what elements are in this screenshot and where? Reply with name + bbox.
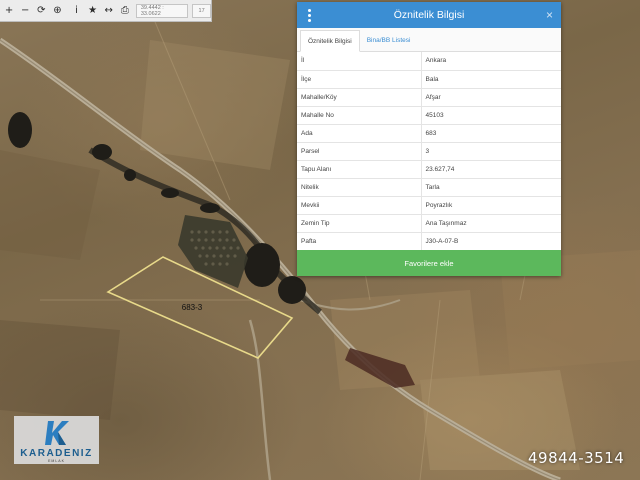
attribute-value: Ana Taşınmaz bbox=[421, 214, 561, 233]
attribute-value: J30-A-07-B bbox=[421, 232, 561, 251]
attribute-key: Mahalle No bbox=[297, 106, 422, 125]
attribute-value: Ankara bbox=[421, 52, 561, 71]
attribute-value: Afşar bbox=[421, 88, 561, 107]
attribute-value: Poyrazlık bbox=[421, 196, 561, 215]
table-row: Mahalle/Köy Afşar bbox=[297, 88, 561, 107]
attribute-key: İlçe bbox=[297, 70, 422, 89]
table-row: İlçe Bala bbox=[297, 70, 561, 89]
add-to-favorites-button[interactable]: Favorilere ekle bbox=[297, 250, 561, 276]
attribute-value: Bala bbox=[421, 70, 561, 89]
panel-title: Öznitelik Bilgisi bbox=[393, 9, 465, 21]
info-icon[interactable]: i bbox=[69, 1, 83, 21]
attribute-value: 3 bbox=[421, 142, 561, 161]
attribute-key: Zemin Tip bbox=[297, 214, 422, 233]
attribute-value: 45103 bbox=[421, 106, 561, 125]
secondary-road bbox=[248, 319, 272, 480]
panel-tabs: Öznitelik Bilgisi Bina/BB Listesi bbox=[297, 28, 561, 52]
panel-header: Öznitelik Bilgisi × bbox=[297, 2, 561, 28]
tab-building-list[interactable]: Bina/BB Listesi bbox=[360, 29, 418, 51]
table-row: Nitelik Tarla bbox=[297, 178, 561, 197]
table-row: Tapu Alanı 23.627,74 bbox=[297, 160, 561, 179]
table-row: Ada 683 bbox=[297, 124, 561, 143]
attribute-key: Nitelik bbox=[297, 178, 422, 197]
attribute-key: Parsel bbox=[297, 142, 422, 161]
attribute-key: Mevkii bbox=[297, 196, 422, 215]
close-icon[interactable]: × bbox=[546, 8, 553, 22]
zoom-in-icon[interactable]: + bbox=[2, 1, 16, 21]
refresh-icon[interactable]: ⟳ bbox=[34, 1, 48, 21]
attribute-key: İl bbox=[297, 52, 422, 71]
zoom-level-display: 17 bbox=[192, 3, 212, 18]
attribute-value: Tarla bbox=[421, 178, 561, 197]
attribute-key: Pafta bbox=[297, 232, 422, 251]
listing-phone-number: 49844-3514 bbox=[528, 449, 625, 467]
table-row: Pafta J30-A-07-B bbox=[297, 232, 561, 251]
tab-attribute-info[interactable]: Öznitelik Bilgisi bbox=[300, 30, 360, 52]
logo-subtext: EMLAK bbox=[48, 459, 65, 463]
company-logo: KARADENIZ EMLAK bbox=[14, 416, 99, 464]
attribute-table: İl Ankara İlçe Bala Mahalle/Köy Afşar Mahal… bbox=[297, 52, 561, 251]
table-row: Mahalle No 45103 bbox=[297, 106, 561, 125]
map-toolbar: + − ⟳ ⊕ i ★ ↔ ⎙ 39.4442 : 33.0622 17 bbox=[0, 0, 212, 22]
logo-k-icon bbox=[45, 421, 69, 445]
logo-text: KARADENIZ bbox=[20, 448, 93, 459]
attribute-info-panel: Öznitelik Bilgisi × Öznitelik Bilgisi Bi… bbox=[297, 2, 561, 276]
vertical-dots-icon[interactable] bbox=[305, 7, 313, 23]
locate-icon[interactable]: ⊕ bbox=[50, 1, 64, 21]
parcel-label: 683-3 bbox=[182, 303, 203, 312]
attribute-key: Mahalle/Köy bbox=[297, 88, 422, 107]
table-row: İl Ankara bbox=[297, 52, 561, 71]
attribute-key: Ada bbox=[297, 124, 422, 143]
attribute-value: 23.627,74 bbox=[421, 160, 561, 179]
table-row: Mevkii Poyrazlık bbox=[297, 196, 561, 215]
coordinates-display: 39.4442 : 33.0622 bbox=[135, 3, 189, 18]
table-row: Zemin Tip Ana Taşınmaz bbox=[297, 214, 561, 233]
zoom-out-icon[interactable]: − bbox=[18, 1, 32, 21]
measure-icon[interactable]: ↔ bbox=[102, 1, 116, 21]
table-row: Parsel 3 bbox=[297, 142, 561, 161]
favorite-star-icon[interactable]: ★ bbox=[86, 1, 100, 21]
print-icon[interactable]: ⎙ bbox=[118, 1, 132, 21]
attribute-value: 683 bbox=[421, 124, 561, 143]
attribute-key: Tapu Alanı bbox=[297, 160, 422, 179]
